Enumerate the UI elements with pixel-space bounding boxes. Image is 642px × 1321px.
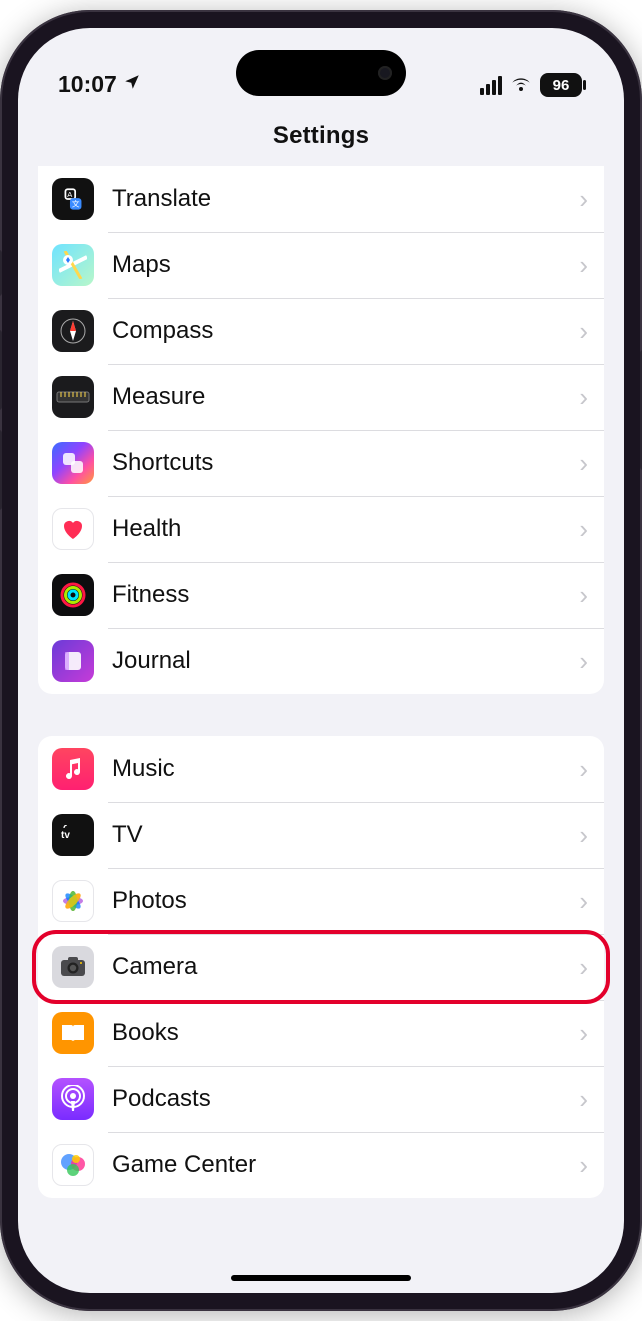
music-icon [52,748,94,790]
settings-row-fitness[interactable]: Fitness › [38,562,604,628]
tv-icon: tv [52,814,94,856]
svg-text:A: A [67,190,73,199]
chevron-right-icon: › [579,580,588,611]
chevron-right-icon: › [579,382,588,413]
settings-row-photos[interactable]: Photos › [38,868,604,934]
svg-text:tv: tv [61,830,70,841]
row-label: TV [112,821,571,849]
svg-text:文: 文 [72,199,80,209]
chevron-right-icon: › [579,184,588,215]
battery-icon: 96 [540,73,582,97]
settings-row-podcasts[interactable]: Podcasts › [38,1066,604,1132]
chevron-right-icon: › [579,250,588,281]
translate-icon: A文 [52,178,94,220]
settings-row-music[interactable]: Music › [38,736,604,802]
settings-row-measure[interactable]: Measure › [38,364,604,430]
settings-row-health[interactable]: Health › [38,496,604,562]
settings-row-books[interactable]: Books › [38,1000,604,1066]
row-label: Maps [112,251,571,279]
compass-icon [52,310,94,352]
row-label: Health [112,515,571,543]
settings-row-maps[interactable]: Maps › [38,232,604,298]
navigation-bar: Settings [18,104,624,166]
volume-up-button [0,330,2,410]
chevron-right-icon: › [579,1150,588,1181]
row-label: Music [112,755,571,783]
row-label: Game Center [112,1151,571,1179]
measure-icon [52,376,94,418]
chevron-right-icon: › [579,514,588,545]
podcasts-icon [52,1078,94,1120]
settings-group: Music › tv TV › Photos › [38,736,604,1198]
status-time: 10:07 [58,71,117,98]
iphone-frame: 10:07 96 Settings A文 [0,10,642,1311]
health-icon [52,508,94,550]
row-label: Photos [112,887,571,915]
cellular-icon [480,76,502,95]
chevron-right-icon: › [579,952,588,983]
location-icon [123,73,141,97]
camera-icon [52,946,94,988]
silence-switch [0,250,2,296]
home-indicator[interactable] [231,1275,411,1281]
settings-row-game-center[interactable]: Game Center › [38,1132,604,1198]
row-label: Measure [112,383,571,411]
row-label: Translate [112,185,571,213]
row-label: Books [112,1019,571,1047]
row-label: Fitness [112,581,571,609]
settings-row-compass[interactable]: Compass › [38,298,604,364]
page-title: Settings [18,122,624,150]
shortcuts-icon [52,442,94,484]
row-label: Podcasts [112,1085,571,1113]
dynamic-island [236,50,406,96]
settings-row-journal[interactable]: Journal › [38,628,604,694]
settings-row-camera[interactable]: Camera › [38,934,604,1000]
settings-row-tv[interactable]: tv TV › [38,802,604,868]
row-label: Journal [112,647,571,675]
game-center-icon [52,1144,94,1186]
settings-row-translate[interactable]: A文 Translate › [38,166,604,232]
settings-row-shortcuts[interactable]: Shortcuts › [38,430,604,496]
journal-icon [52,640,94,682]
chevron-right-icon: › [579,754,588,785]
row-label: Camera [112,953,571,981]
chevron-right-icon: › [579,646,588,677]
chevron-right-icon: › [579,820,588,851]
chevron-right-icon: › [579,316,588,347]
books-icon [52,1012,94,1054]
wifi-icon [509,72,533,98]
photos-icon [52,880,94,922]
chevron-right-icon: › [579,448,588,479]
volume-down-button [0,430,2,510]
chevron-right-icon: › [579,1084,588,1115]
row-label: Compass [112,317,571,345]
row-label: Shortcuts [112,449,571,477]
chevron-right-icon: › [579,1018,588,1049]
screen: 10:07 96 Settings A文 [18,28,624,1293]
settings-group: A文 Translate › Maps › Compass [38,166,604,694]
fitness-icon [52,574,94,616]
maps-icon [52,244,94,286]
settings-list[interactable]: A文 Translate › Maps › Compass [18,166,624,1240]
chevron-right-icon: › [579,886,588,917]
